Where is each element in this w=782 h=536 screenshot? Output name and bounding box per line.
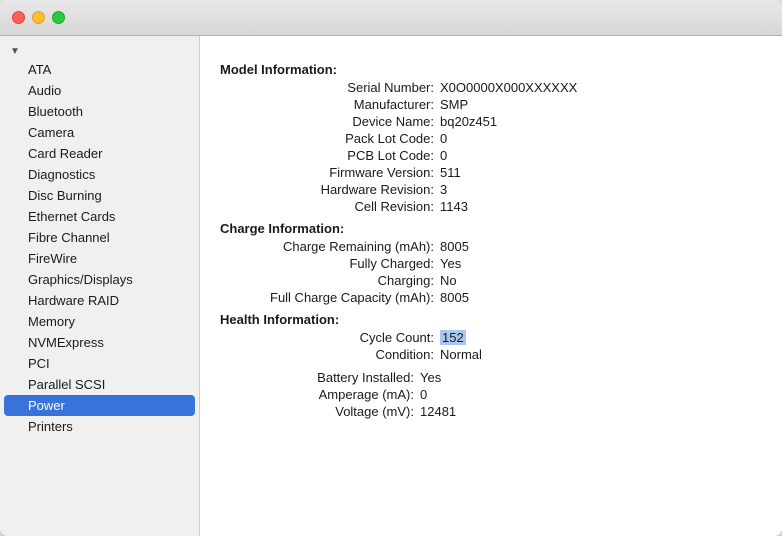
- sidebar-item-ethernet-cards[interactable]: Ethernet Cards: [0, 206, 199, 227]
- row-value: No: [440, 273, 457, 288]
- sidebar-item-camera[interactable]: Camera: [0, 122, 199, 143]
- triangle-icon: ▼: [10, 46, 20, 57]
- row-label: Pack Lot Code:: [240, 131, 440, 146]
- info-row: Device Name:bq20z451: [220, 113, 762, 130]
- info-row: Charge Remaining (mAh):8005: [220, 238, 762, 255]
- info-group-1: Charge Information: Charge Remaining (mAh…: [220, 221, 762, 306]
- row-label: Charge Remaining (mAh):: [240, 239, 440, 254]
- info-row: Fully Charged:Yes: [220, 255, 762, 272]
- sidebar-item-power[interactable]: Power: [4, 395, 195, 416]
- row-label: Condition:: [240, 347, 440, 362]
- sidebar-item-bluetooth[interactable]: Bluetooth: [0, 101, 199, 122]
- row-value: 511: [440, 165, 461, 180]
- main-content: Model Information: Serial Number:X0O0000X…: [200, 36, 782, 536]
- info-row: Cell Revision:1143: [220, 198, 762, 215]
- row-value: 152: [440, 330, 466, 345]
- info-row: PCB Lot Code:0: [220, 147, 762, 164]
- row-value: 0: [420, 387, 427, 402]
- info-group-0: Model Information: Serial Number:X0O0000X…: [220, 62, 762, 215]
- sidebar-item-pci[interactable]: PCI: [0, 353, 199, 374]
- info-row: Serial Number:X0O0000X000XXXXXX: [220, 79, 762, 96]
- info-row: Full Charge Capacity (mAh):8005: [220, 289, 762, 306]
- row-value: SMP: [440, 97, 468, 112]
- info-row: Pack Lot Code:0: [220, 130, 762, 147]
- row-label: Serial Number:: [240, 80, 440, 95]
- battery-sections: Model Information: Serial Number:X0O0000X…: [220, 62, 762, 420]
- row-value: 1143: [440, 199, 468, 214]
- row-label: Device Name:: [240, 114, 440, 129]
- section-label-1: Charge Information:: [220, 221, 762, 236]
- row-value: 0: [440, 131, 447, 146]
- row-label: Cell Revision:: [240, 199, 440, 214]
- row-value: 8005: [440, 290, 469, 305]
- sidebar-item-nvmexpress[interactable]: NVMExpress: [0, 332, 199, 353]
- maximize-button[interactable]: [52, 11, 65, 24]
- row-value: bq20z451: [440, 114, 497, 129]
- content-area: ▼ ATAAudioBluetoothCameraCard ReaderDiag…: [0, 36, 782, 536]
- titlebar: [0, 0, 782, 36]
- sidebar-item-firewire[interactable]: FireWire: [0, 248, 199, 269]
- row-value: Normal: [440, 347, 482, 362]
- row-value: 8005: [440, 239, 469, 254]
- titlebar-buttons: [12, 11, 65, 24]
- row-value: Yes: [420, 370, 441, 385]
- row-label: Cycle Count:: [240, 330, 440, 345]
- section-label-0: Model Information:: [220, 62, 762, 77]
- sidebar-item-diagnostics[interactable]: Diagnostics: [0, 164, 199, 185]
- info-group-2: Health Information: Cycle Count:152Condit…: [220, 312, 762, 363]
- sidebar-item-audio[interactable]: Audio: [0, 80, 199, 101]
- info-row: Manufacturer:SMP: [220, 96, 762, 113]
- sidebar-section-hardware[interactable]: ▼: [0, 44, 199, 59]
- sidebar-item-ata[interactable]: ATA: [0, 59, 199, 80]
- info-group-3: Battery Installed:YesAmperage (mA):0Volt…: [220, 369, 762, 420]
- row-value: X0O0000X000XXXXXX: [440, 80, 577, 95]
- sidebar-item-hardware-raid[interactable]: Hardware RAID: [0, 290, 199, 311]
- info-row: Charging:No: [220, 272, 762, 289]
- info-row: Battery Installed:Yes: [220, 369, 762, 386]
- sidebar-item-disc-burning[interactable]: Disc Burning: [0, 185, 199, 206]
- row-label: Amperage (mA):: [220, 387, 420, 402]
- info-row: Cycle Count:152: [220, 329, 762, 346]
- row-label: Manufacturer:: [240, 97, 440, 112]
- sidebar-item-memory[interactable]: Memory: [0, 311, 199, 332]
- row-label: Hardware Revision:: [240, 182, 440, 197]
- row-label: Voltage (mV):: [220, 404, 420, 419]
- sidebar-item-graphics-displays[interactable]: Graphics/Displays: [0, 269, 199, 290]
- sidebar-item-fibre-channel[interactable]: Fibre Channel: [0, 227, 199, 248]
- minimize-button[interactable]: [32, 11, 45, 24]
- info-row: Firmware Version:511: [220, 164, 762, 181]
- section-label-2: Health Information:: [220, 312, 762, 327]
- row-value: 0: [440, 148, 447, 163]
- info-row: Voltage (mV):12481: [220, 403, 762, 420]
- row-value: 12481: [420, 404, 456, 419]
- info-row: Amperage (mA):0: [220, 386, 762, 403]
- sidebar-item-printers[interactable]: Printers: [0, 416, 199, 437]
- row-label: Battery Installed:: [220, 370, 420, 385]
- sidebar-items-container: ATAAudioBluetoothCameraCard ReaderDiagno…: [0, 59, 199, 437]
- row-label: Charging:: [240, 273, 440, 288]
- info-row: Hardware Revision:3: [220, 181, 762, 198]
- sidebar: ▼ ATAAudioBluetoothCameraCard ReaderDiag…: [0, 36, 200, 536]
- row-value: 3: [440, 182, 447, 197]
- row-label: PCB Lot Code:: [240, 148, 440, 163]
- sidebar-item-card-reader[interactable]: Card Reader: [0, 143, 199, 164]
- row-label: Firmware Version:: [240, 165, 440, 180]
- main-window: ▼ ATAAudioBluetoothCameraCard ReaderDiag…: [0, 0, 782, 536]
- info-row: Condition:Normal: [220, 346, 762, 363]
- row-value: Yes: [440, 256, 461, 271]
- row-label: Full Charge Capacity (mAh):: [240, 290, 440, 305]
- close-button[interactable]: [12, 11, 25, 24]
- sidebar-item-parallel-scsi[interactable]: Parallel SCSI: [0, 374, 199, 395]
- row-label: Fully Charged:: [240, 256, 440, 271]
